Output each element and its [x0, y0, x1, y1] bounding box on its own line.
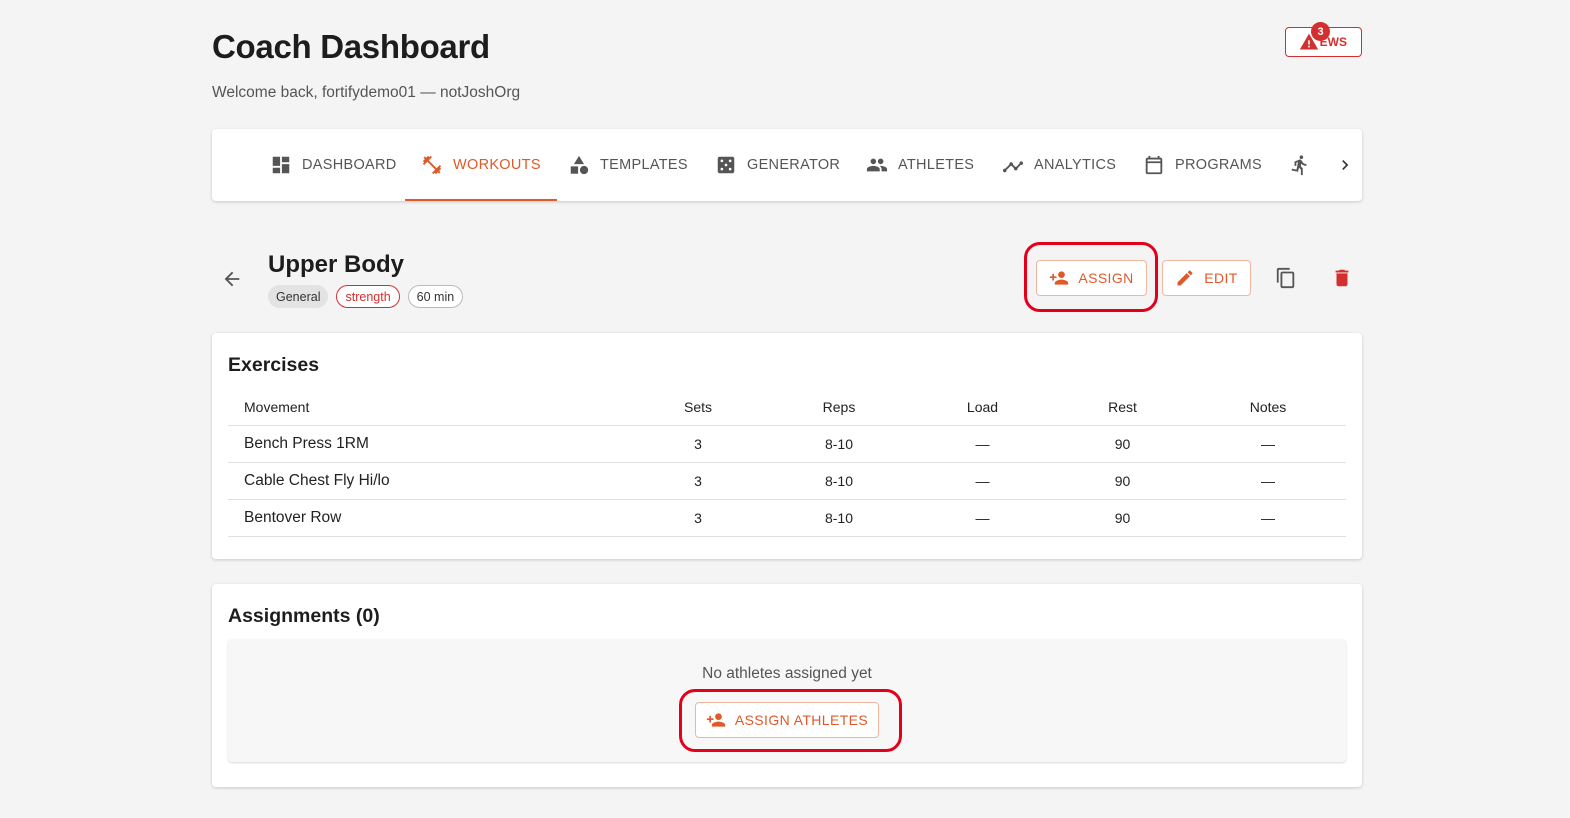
column-header: Notes — [1190, 389, 1346, 426]
sets-cell: 3 — [628, 425, 768, 463]
pencil-icon — [1177, 270, 1193, 286]
tab-templates[interactable]: TEMPLATES — [568, 129, 688, 201]
movement-cell: Bench Press 1RM — [228, 425, 628, 463]
tab-workouts[interactable]: WORKOUTS — [405, 129, 557, 201]
table-header-row: Movement Sets Reps Load Rest Notes — [228, 389, 1346, 426]
assign-button-label: ASSIGN — [1078, 270, 1134, 286]
movement-cell: Bentover Row — [228, 499, 628, 537]
tab-label: TEMPLATES — [600, 157, 688, 173]
duration-chip: 60 min — [407, 285, 464, 308]
dice-icon — [717, 156, 735, 174]
category-chip: General — [268, 285, 329, 308]
table-row: Bench Press 1RM 3 8-10 — 90 — — [228, 425, 1346, 463]
tab-athletes[interactable]: ATHLETES — [866, 129, 974, 201]
duplicate-icon[interactable] — [1275, 267, 1297, 289]
dashboard-icon — [272, 156, 290, 174]
column-header: Sets — [628, 389, 768, 426]
tab-label: ATHLETES — [898, 157, 975, 173]
trash-icon[interactable] — [1331, 267, 1353, 289]
main-nav: DASHBOARD WORKOUTS TEMPLATES GENERATOR A… — [212, 129, 1362, 201]
type-chip: strength — [336, 285, 400, 308]
nav-scroll-right-button[interactable] — [1334, 153, 1356, 177]
load-cell: — — [910, 462, 1055, 500]
tab-label: PROGRAMS — [1175, 157, 1262, 173]
tab-label: DASHBOARD — [302, 157, 397, 173]
notes-cell: — — [1190, 425, 1346, 463]
assign-athletes-label: ASSIGN ATHLETES — [734, 712, 869, 728]
load-cell: — — [910, 425, 1055, 463]
calendar-icon — [1145, 155, 1163, 175]
column-header: Reps — [768, 389, 910, 426]
sets-cell: 3 — [628, 462, 768, 500]
people-icon — [866, 158, 888, 172]
reps-cell: 8-10 — [768, 462, 910, 500]
table-row: Bentover Row 3 8-10 — 90 — — [228, 499, 1346, 537]
page: Coach Dashboard Welcome back, fortifydem… — [0, 0, 1570, 818]
exercises-title: Exercises — [228, 354, 320, 376]
column-header: Load — [910, 389, 1055, 426]
tab-label: GENERATOR — [747, 157, 841, 173]
exercises-card: Exercises Movement Sets Reps Load Rest N… — [212, 333, 1362, 559]
ews-count-badge: 3 — [1311, 22, 1330, 41]
tab-generator[interactable]: GENERATOR — [715, 129, 840, 201]
page-title: Coach Dashboard — [212, 28, 490, 65]
fitness-icon — [422, 155, 442, 175]
assign-button[interactable]: ASSIGN — [1036, 260, 1147, 296]
rest-cell: 90 — [1055, 462, 1190, 500]
assignments-card: Assignments (0) No athletes assigned yet… — [212, 584, 1362, 787]
category-icon — [570, 155, 589, 175]
rest-cell: 90 — [1055, 499, 1190, 537]
tab-programs[interactable]: PROGRAMS — [1143, 129, 1262, 201]
load-cell: — — [910, 499, 1055, 537]
reps-cell: 8-10 — [768, 499, 910, 537]
person-add-icon — [1050, 271, 1069, 285]
ews-button[interactable]: 3 EWS — [1285, 22, 1362, 57]
workout-chips: General strength 60 min — [268, 285, 464, 308]
assignments-title: Assignments (0) — [228, 605, 380, 627]
welcome-text: Welcome back, fortifydemo01 — notJoshOrg — [212, 84, 521, 101]
rest-cell: 90 — [1055, 425, 1190, 463]
column-header: Rest — [1055, 389, 1190, 426]
active-tab-indicator — [405, 199, 557, 201]
tab-analytics[interactable]: ANALYTICS — [1002, 129, 1116, 201]
workout-title: Upper Body — [268, 251, 405, 278]
column-header: Movement — [228, 389, 628, 426]
empty-state-text: No athletes assigned yet — [702, 665, 872, 682]
tab-label: ANALYTICS — [1034, 157, 1117, 173]
notes-cell: — — [1190, 462, 1346, 500]
table-row: Cable Chest Fly Hi/lo 3 8-10 — 90 — — [228, 462, 1346, 500]
back-arrow-icon[interactable] — [221, 268, 243, 290]
tab-more-partial[interactable] — [1289, 129, 1311, 201]
exercises-table: Movement Sets Reps Load Rest Notes Bench… — [228, 389, 1346, 537]
chevron-right-icon — [1342, 160, 1349, 170]
reps-cell: 8-10 — [768, 425, 910, 463]
tab-label: WORKOUTS — [453, 157, 541, 173]
sets-cell: 3 — [628, 499, 768, 537]
notes-cell: — — [1190, 499, 1346, 537]
assignments-empty-state: No athletes assigned yet ASSIGN ATHLETES — [228, 639, 1346, 762]
running-icon — [1291, 155, 1307, 176]
assign-athletes-button[interactable]: ASSIGN ATHLETES — [695, 702, 879, 738]
tab-dashboard[interactable]: DASHBOARD — [270, 129, 397, 201]
person-add-icon — [706, 713, 725, 727]
analytics-icon — [1002, 161, 1024, 173]
movement-cell: Cable Chest Fly Hi/lo — [228, 462, 628, 500]
edit-button[interactable]: EDIT — [1162, 260, 1251, 296]
edit-button-label: EDIT — [1204, 270, 1238, 286]
